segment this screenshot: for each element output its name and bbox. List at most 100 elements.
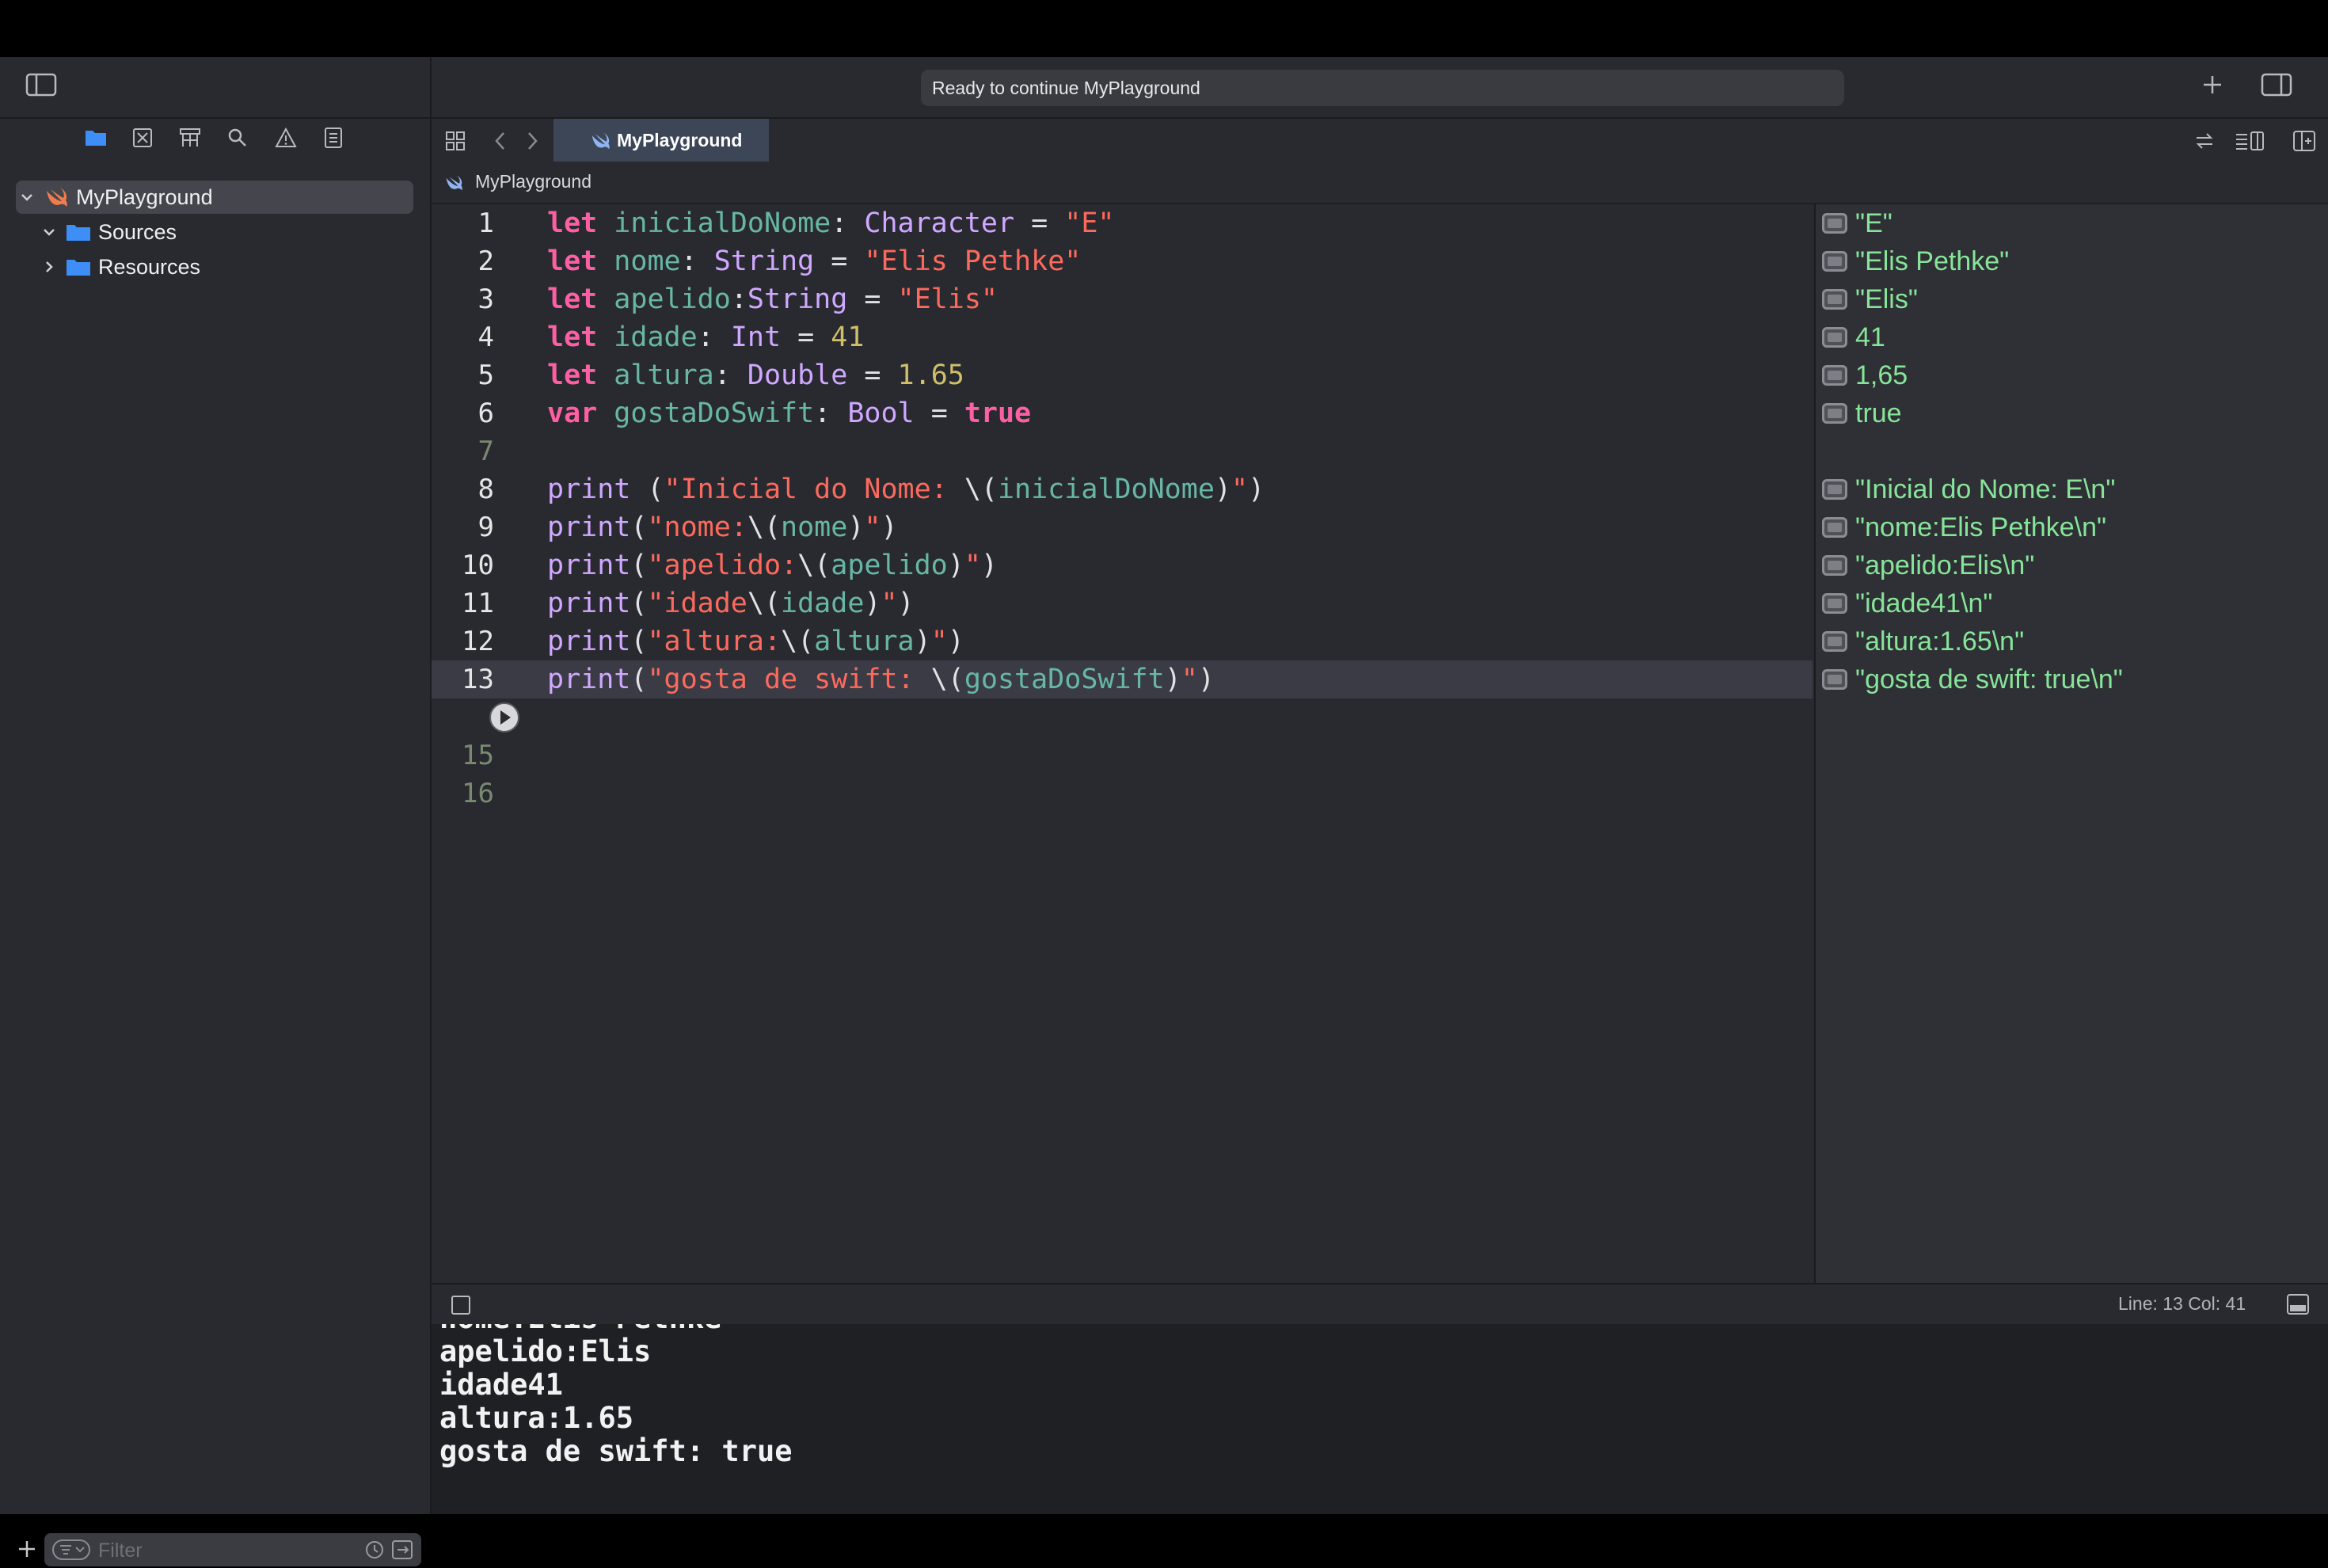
code-editor[interactable]: 1 let inicialDoNome: Character = "E" 2 l… [432, 204, 1813, 1283]
code-line[interactable]: 15 [432, 736, 1813, 774]
disclosure-icon[interactable] [41, 224, 57, 240]
editor-options-icon[interactable] [2234, 130, 2265, 152]
code-line-current[interactable]: 13 print("gosta de swift: \(gostaDoSwift… [432, 660, 1813, 698]
quick-look-icon[interactable] [1822, 593, 1847, 614]
result-item[interactable]: "nome:Elis Pethke\n" [1822, 508, 2106, 546]
swift-icon [44, 186, 68, 208]
hide-debug-area-icon[interactable] [2286, 1293, 2310, 1315]
report-icon[interactable] [323, 127, 344, 149]
filter-input[interactable] [97, 1533, 353, 1568]
code-text: print("altura:\(altura)") [547, 626, 964, 657]
disclosure-icon[interactable] [41, 259, 57, 275]
refresh-icon[interactable] [2193, 130, 2216, 152]
result-item[interactable]: "gosta de swift: true\n" [1822, 660, 2123, 698]
result-item[interactable]: "idade41\n" [1822, 584, 1993, 622]
result-item[interactable]: 1,65 [1822, 356, 1908, 394]
line-number: 4 [477, 322, 494, 353]
tree-label: Resources [98, 254, 201, 279]
folder-icon [65, 257, 92, 277]
code-line[interactable]: 12 print("altura:\(altura)") [432, 622, 1813, 660]
debug-bar: Line: 13 Col: 41 [432, 1283, 2328, 1326]
quick-look-icon[interactable] [1822, 289, 1847, 310]
sidebar-toggle-icon[interactable] [25, 73, 57, 97]
line-number: 10 [462, 550, 494, 581]
activity-status: Ready to continue MyPlayground [921, 70, 1844, 106]
code-line[interactable]: 2 let nome: String = "Elis Pethke" [432, 242, 1813, 280]
quick-look-icon[interactable] [1822, 555, 1847, 576]
swift-icon [590, 131, 611, 150]
folder-icon[interactable] [84, 127, 108, 147]
line-number: 16 [462, 778, 494, 809]
console-toggle-icon[interactable] [451, 1295, 471, 1315]
filter-field[interactable] [44, 1533, 421, 1568]
result-item[interactable]: true [1822, 394, 1902, 432]
quick-look-icon[interactable] [1822, 251, 1847, 272]
quick-look-icon[interactable] [1822, 479, 1847, 500]
code-line[interactable]: 9 print("nome:\(nome)") [432, 508, 1813, 546]
code-line[interactable] [432, 698, 1813, 736]
result-item[interactable]: "altura:1.65\n" [1822, 622, 2024, 660]
quick-look-icon[interactable] [1822, 403, 1847, 424]
code-text: print("idade\(idade)") [547, 588, 915, 619]
warning-icon[interactable] [275, 127, 297, 149]
code-text: let nome: String = "Elis Pethke" [547, 245, 1082, 277]
result-item[interactable]: "Inicial do Nome: E\n" [1822, 470, 2115, 508]
code-line[interactable]: 6 var gostaDoSwift: Bool = true [432, 394, 1813, 432]
recent-icon[interactable] [364, 1539, 385, 1560]
quick-look-icon[interactable] [1822, 365, 1847, 386]
console-output[interactable]: nome:Elis Pethke apelido:Elis idade41 al… [432, 1324, 2328, 1514]
source-control-icon[interactable] [131, 127, 154, 149]
result-item[interactable]: "Elis" [1822, 280, 1918, 318]
code-line[interactable]: 11 print("idade\(idade)") [432, 584, 1813, 622]
quick-look-icon[interactable] [1822, 327, 1847, 348]
tree-item-myplayground[interactable]: MyPlayground [16, 181, 413, 214]
tree-item-sources[interactable]: Sources [16, 215, 413, 249]
code-line[interactable]: 3 let apelido:String = "Elis" [432, 280, 1813, 318]
filter-options-icon[interactable] [52, 1539, 90, 1560]
line-number: 6 [477, 398, 494, 429]
console-line: nome:Elis Pethke [439, 1324, 721, 1335]
tree-label: MyPlayground [76, 185, 213, 209]
code-line[interactable]: 10 print("apelido:\(apelido)") [432, 546, 1813, 584]
split-editor-icon[interactable] [2292, 130, 2316, 152]
code-line[interactable]: 16 [432, 774, 1813, 813]
chevron-right-icon[interactable] [523, 130, 541, 152]
grid-icon[interactable] [444, 130, 466, 152]
run-icon[interactable] [489, 702, 520, 733]
code-line[interactable]: 5 let altura: Double = 1.65 [432, 356, 1813, 394]
quick-look-icon[interactable] [1822, 213, 1847, 234]
code-text: let altura: Double = 1.65 [547, 360, 964, 391]
tab-label: MyPlayground [617, 129, 743, 150]
quick-look-icon[interactable] [1822, 669, 1847, 690]
line-number: 7 [477, 436, 494, 467]
code-text: print ("Inicial do Nome: \(inicialDoNome… [547, 474, 1265, 505]
result-item[interactable]: "E" [1822, 204, 1892, 242]
tab-myplayground[interactable]: MyPlayground [553, 119, 769, 162]
result-item[interactable]: "apelido:Elis\n" [1822, 546, 2034, 584]
disclosure-icon[interactable] [19, 189, 35, 205]
inspector-toggle-icon[interactable] [2261, 73, 2292, 97]
console-line: gosta de swift: true [439, 1434, 793, 1468]
line-number: 1 [477, 207, 494, 239]
result-item[interactable]: 41 [1822, 318, 1885, 356]
plus-icon[interactable] [2201, 73, 2224, 97]
line-number: 13 [462, 664, 494, 695]
code-line[interactable]: 1 let inicialDoNome: Character = "E" [432, 204, 1813, 242]
plus-icon[interactable] [16, 1538, 38, 1560]
code-line[interactable]: 8 print ("Inicial do Nome: \(inicialDoNo… [432, 470, 1813, 508]
line-number: 12 [462, 626, 494, 657]
code-line[interactable]: 7 [432, 432, 1813, 470]
scm-filter-icon[interactable] [391, 1539, 413, 1560]
breadcrumb-item[interactable]: MyPlayground [475, 171, 592, 192]
editor-area: Ready to continue MyPlayground MyPlaygro… [432, 57, 2328, 1514]
symbol-icon[interactable] [178, 127, 202, 149]
status-text: Ready to continue MyPlayground [932, 77, 1200, 98]
search-icon[interactable] [226, 127, 249, 149]
chevron-left-icon[interactable] [492, 130, 509, 152]
code-line[interactable]: 4 let idade: Int = 41 [432, 318, 1813, 356]
result-item[interactable]: "Elis Pethke" [1822, 242, 2009, 280]
quick-look-icon[interactable] [1822, 631, 1847, 652]
code-text: print("gosta de swift: \(gostaDoSwift)") [547, 664, 1215, 695]
tree-item-resources[interactable]: Resources [16, 250, 413, 284]
quick-look-icon[interactable] [1822, 517, 1847, 538]
